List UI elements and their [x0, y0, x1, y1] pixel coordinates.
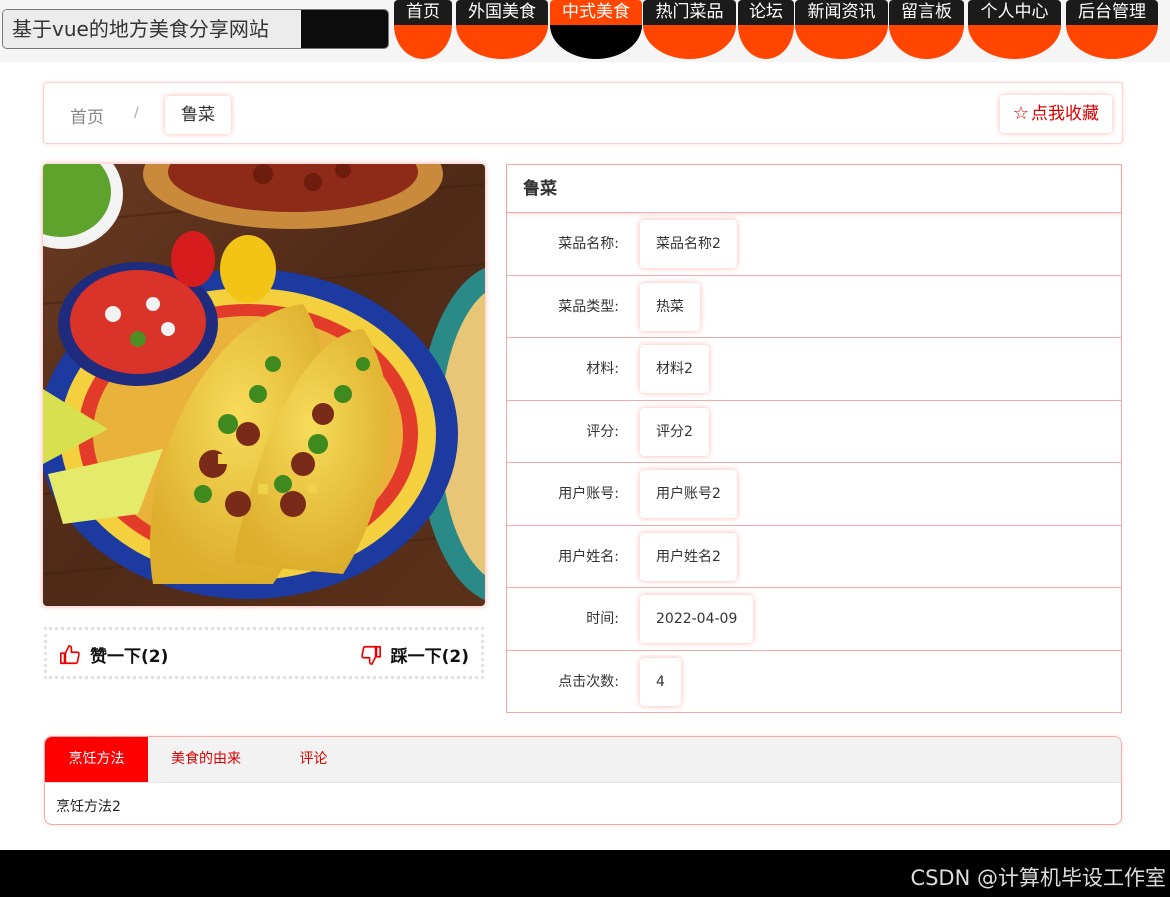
detail-row-user-account: 用户账号: 用户账号2 [507, 463, 1121, 526]
detail-row-dish-name: 菜品名称: 菜品名称2 [507, 213, 1121, 276]
detail-value: 评分2 [640, 407, 709, 456]
nav-label: 中式美食 [550, 0, 642, 25]
favorite-label: 点我收藏 [1031, 104, 1099, 124]
detail-label: 材料: [586, 361, 619, 377]
detail-label: 评分: [586, 423, 619, 440]
site-title-dark-block [301, 10, 388, 48]
watermark-text: CSDN @计算机毕设工作室 [910, 866, 1166, 890]
nav-label: 新闻资讯 [795, 0, 888, 25]
tacos-image [43, 164, 485, 606]
tab-content: 烹饪方法2 [56, 799, 121, 815]
nav-label: 外国美食 [456, 0, 548, 25]
favorite-button[interactable]: ☆ 点我收藏 [999, 95, 1112, 133]
nav-label: 个人中心 [968, 0, 1061, 25]
site-title: 基于vue的地方美食分享网站 [3, 10, 301, 48]
detail-value: 热菜 [640, 282, 700, 331]
detail-row-ingredients: 材料: 材料2 [507, 338, 1121, 401]
info-tabs: 烹饪方法 美食的由来 评论 烹饪方法2 [44, 736, 1122, 825]
nav-label: 首页 [394, 0, 452, 25]
breadcrumb: 首页 / 鲁菜 ☆ 点我收藏 [43, 82, 1123, 144]
nav-bubble [1066, 25, 1158, 59]
top-header: 基于vue的地方美食分享网站 首页 外国美食 中式美食 热门菜品 论坛 新闻资讯… [0, 0, 1170, 62]
detail-title: 鲁菜 [507, 165, 1121, 213]
thumbs-down-icon [360, 645, 381, 665]
detail-label: 用户账号: [558, 486, 619, 502]
nav-label: 后台管理 [1066, 0, 1158, 25]
nav-bubble [738, 25, 794, 59]
nav-bubble [394, 25, 452, 59]
tab-comments[interactable]: 评论 [281, 737, 346, 782]
nav-bubble [968, 25, 1061, 59]
like-button[interactable]: 赞一下(2) [59, 642, 168, 667]
nav-bubble [550, 25, 642, 59]
dish-detail-panel: 鲁菜 菜品名称: 菜品名称2 菜品类型: 热菜 材料: 材料2 评分: 评分2 … [506, 164, 1122, 713]
detail-value: 2022-04-09 [640, 595, 754, 643]
detail-value: 4 [640, 657, 681, 706]
breadcrumb-separator: / [134, 105, 139, 121]
breadcrumb-home-link[interactable]: 首页 [70, 103, 104, 128]
detail-row-user-name: 用户姓名: 用户姓名2 [507, 526, 1121, 588]
dislike-count: 踩一下(2) [390, 647, 469, 667]
detail-row-time: 时间: 2022-04-09 [507, 588, 1121, 651]
nav-label: 留言板 [889, 0, 964, 25]
tab-bar: 烹饪方法 美食的由来 评论 [45, 737, 1121, 783]
like-count: 赞一下(2) [90, 647, 169, 667]
tab-cooking-method[interactable]: 烹饪方法 [45, 737, 148, 782]
detail-value: 菜品名称2 [640, 220, 737, 268]
thumbs-up-icon [60, 644, 80, 664]
detail-label: 菜品名称: [558, 236, 619, 252]
nav-bubble [456, 25, 548, 59]
nav-label: 热门菜品 [643, 0, 736, 25]
tab-food-origin[interactable]: 美食的由来 [152, 737, 260, 782]
nav-bubble [795, 25, 888, 59]
footer: CSDN @计算机毕设工作室 [0, 850, 1170, 897]
nav-bubble [889, 25, 964, 59]
detail-value: 用户姓名2 [640, 532, 737, 581]
dish-photo [43, 164, 485, 606]
detail-row-dish-type: 菜品类型: 热菜 [507, 276, 1121, 338]
detail-label: 时间: [586, 611, 619, 627]
detail-label: 用户姓名: [558, 548, 619, 565]
detail-label: 菜品类型: [558, 298, 619, 315]
detail-row-rating: 评分: 评分2 [507, 401, 1121, 463]
breadcrumb-current: 鲁菜 [165, 96, 231, 134]
detail-value: 用户账号2 [640, 470, 737, 518]
nav-bubble [643, 25, 736, 59]
star-outline-icon: ☆ [1012, 103, 1029, 124]
dislike-button[interactable]: 踩一下(2) [360, 642, 469, 667]
site-title-box: 基于vue的地方美食分享网站 [2, 9, 389, 49]
vote-bar: 赞一下(2) 踩一下(2) [44, 627, 484, 679]
detail-label: 点击次数: [558, 673, 619, 690]
detail-value: 材料2 [640, 345, 709, 393]
nav-label: 论坛 [738, 0, 794, 25]
detail-row-click-count: 点击次数: 4 [507, 651, 1121, 714]
